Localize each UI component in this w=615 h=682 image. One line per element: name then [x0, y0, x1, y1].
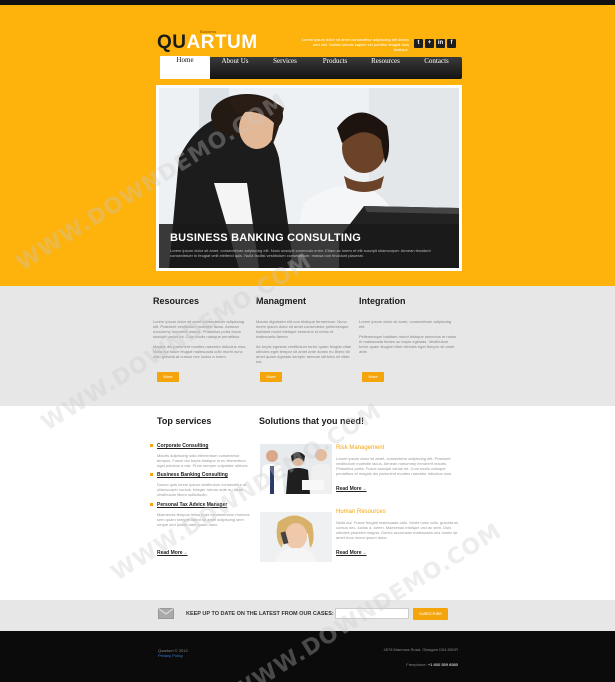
newsletter-label: KEEP UP TO DATE ON THE LATEST FROM OUR C… [186, 611, 334, 617]
privacy-policy-link[interactable]: Privacy Policy [158, 653, 228, 658]
nav-products[interactable]: Products [310, 57, 360, 79]
nav-home[interactable]: Home [160, 56, 210, 79]
nav-contacts[interactable]: Contacts [411, 57, 462, 79]
linkedin-icon[interactable]: in [436, 39, 445, 48]
more-button[interactable]: More [260, 372, 282, 382]
solution-title[interactable]: Human Resources [336, 509, 386, 515]
rss-icon[interactable]: + [425, 39, 434, 48]
service-text: Donec quis lorem ipsum vestibulum consec… [157, 482, 247, 497]
column-title: Integration [359, 296, 406, 306]
banner-text: Lorem ipsum dolor sit amet, consectetuer… [170, 248, 431, 258]
service-item: Corporate Consulting Mauris adipiscing o… [150, 443, 250, 468]
subscribe-button[interactable]: SUBSCRIBE [413, 608, 448, 620]
logo-tagline: Business [200, 29, 217, 34]
column-title: Managment [256, 296, 307, 306]
footer [0, 631, 615, 682]
twitter-icon[interactable]: t [414, 39, 423, 48]
mail-icon [158, 608, 174, 619]
site-logo[interactable]: QUARTUM [157, 32, 258, 54]
column-title: Resources [153, 296, 200, 306]
top-services-heading: Top services [157, 416, 212, 426]
column-text: Magnis dis parturient montes nascetur ri… [153, 344, 247, 359]
service-link[interactable]: Business Banking Consulting [150, 472, 250, 478]
facebook-icon[interactable]: f [447, 39, 456, 48]
column-text: Ac turpis egestas vestibulum tortor quam… [256, 344, 352, 364]
column-text: Mauris dignissim elit non tristique ferm… [256, 319, 349, 339]
solution-title[interactable]: Risk Management [336, 445, 384, 451]
read-more-link[interactable]: Read More→ [157, 550, 188, 556]
column-text: Lorem ipsum dolor sit amet consectetuer … [153, 319, 245, 339]
footer-phone: Freephone: +1 800 559 6580 [406, 662, 458, 667]
human-resources-image [260, 512, 332, 562]
column-managment: Managment Mauris dignissim elit non tris… [256, 296, 354, 369]
solution-text: Lorem ipsum dolor sit amet, consectetur … [336, 456, 453, 476]
service-link[interactable]: Personal Tax Advice Manager [150, 502, 250, 508]
solution-text: Nulla dui. Fusce feugiat malesuada odio.… [336, 520, 459, 540]
nav-services[interactable]: Services [260, 57, 310, 79]
more-button[interactable]: More [157, 372, 179, 382]
nav-resources[interactable]: Resources [360, 57, 411, 79]
nav-about-us[interactable]: About Us [210, 57, 260, 79]
banner-caption: BUSINESS BANKING CONSULTING Lorem ipsum … [159, 224, 459, 268]
read-more-link[interactable]: Read More→ [336, 486, 367, 492]
service-text: Mauris adipiscing odio elementum consect… [157, 453, 249, 468]
main-nav: Home About Us Services Products Resource… [160, 56, 462, 79]
footer-copyright: Quartum © 2013 Privacy Policy [158, 648, 228, 658]
footer-address: 4578 Marmora Road, Glasgow D04 89GR [383, 647, 458, 652]
read-more-link[interactable]: Read More→ [336, 550, 367, 556]
header-blurb: Lorem ipsum dolor sit amet consectetur a… [301, 37, 409, 52]
service-text: Maecenas tempus tellus eget condimentum … [157, 512, 250, 527]
column-integration: Integration Lorem ipsum dolor sit amet, … [359, 296, 457, 359]
banner-title: BUSINESS BANKING CONSULTING [170, 232, 361, 244]
column-text: Pellentesque habitant morbi tristique se… [359, 334, 457, 354]
service-link[interactable]: Corporate Consulting [150, 443, 250, 449]
more-button[interactable]: More [362, 372, 384, 382]
service-item: Business Banking Consulting Donec quis l… [150, 472, 250, 497]
risk-management-image [260, 444, 332, 494]
solutions-heading: Solutions that you need! [259, 416, 364, 426]
column-resources: Resources Lorem ipsum dolor sit amet con… [153, 296, 251, 364]
newsletter-email-input[interactable] [335, 608, 409, 619]
hero-banner[interactable]: BUSINESS BANKING CONSULTING Lorem ipsum … [156, 85, 462, 271]
column-text: Lorem ipsum dolor sit amet, consectetuer… [359, 319, 452, 329]
service-item: Personal Tax Advice Manager Maecenas tem… [150, 502, 250, 527]
